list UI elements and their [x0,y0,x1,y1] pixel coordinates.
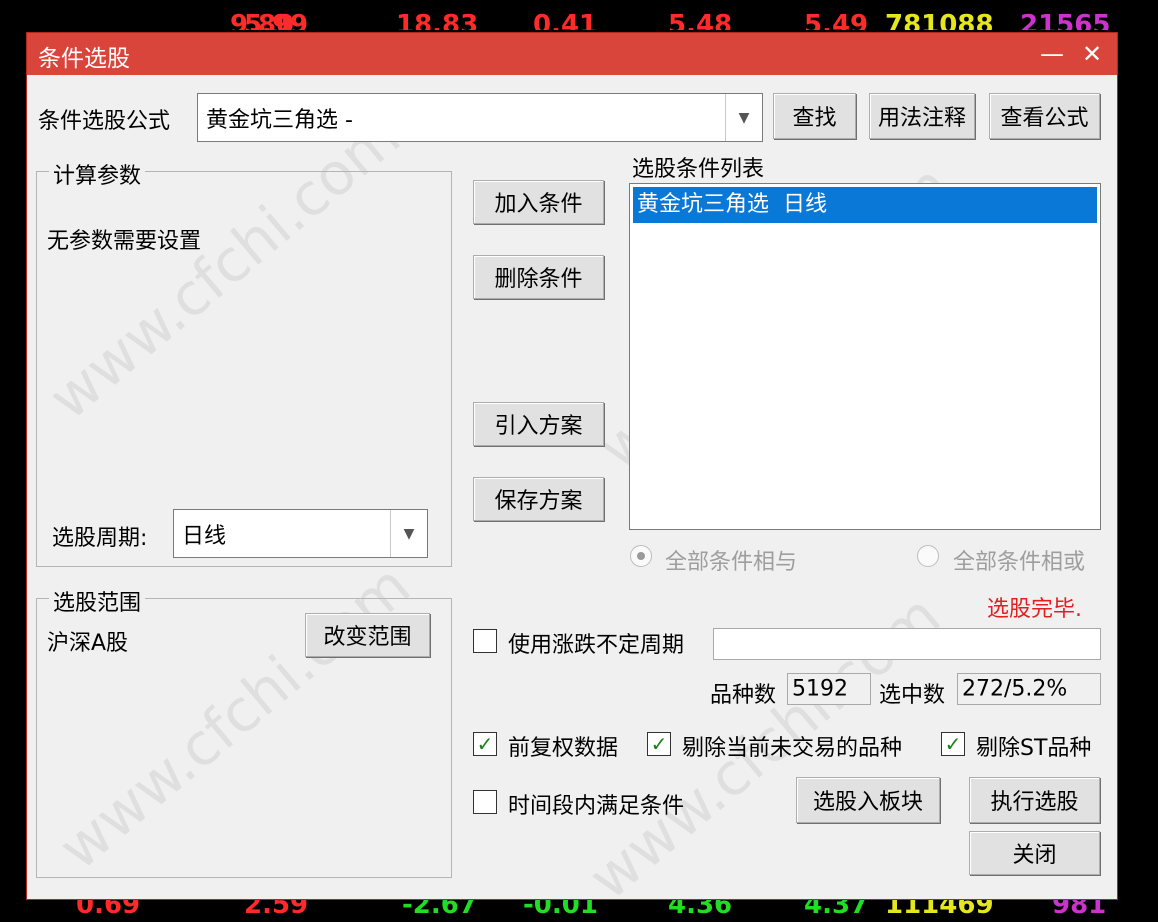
formula-value: 黄金坑三角选 - [206,107,353,133]
pre-adjust-label: 前复权数据 [508,736,619,761]
time-range-label: 时间段内满足条件 [508,794,685,819]
usage-notes-button[interactable]: 用法注释 [869,93,975,139]
radio-or-label: 全部条件相或 [953,550,1086,575]
find-button[interactable]: 查找 [773,93,856,139]
radio-and-label: 全部条件相与 [665,550,798,575]
exclude-st-checkbox[interactable]: ✓ [941,732,965,756]
minimize-button[interactable]: — [1035,37,1069,71]
period-label: 选股周期: [52,526,148,551]
ticker-value: 18.83 [396,10,479,30]
radio-or[interactable] [917,545,939,567]
conditions-list[interactable]: 黄金坑三角选 日线 [629,183,1101,530]
exclude-untraded-label: 剔除当前未交易的品种 [682,736,903,761]
titlebar: 条件选股 — ✕ [27,33,1117,75]
undetermined-period-input[interactable] [713,628,1101,660]
selected-field: 272/5.2% [957,673,1101,705]
conditions-title: 选股条件列表 [632,157,765,182]
period-value: 日线 [182,523,227,549]
count-field: 5192 [787,673,871,705]
formula-label: 条件选股公式 [38,109,171,134]
close-window-button[interactable]: ✕ [1075,37,1109,71]
ticker-value: 5.99 [244,10,309,30]
delete-condition-button[interactable]: 删除条件 [473,255,604,299]
status-text: 选股完毕. [987,597,1082,622]
list-item[interactable]: 黄金坑三角选 日线 [633,187,1097,223]
params-group-title: 计算参数 [49,158,146,190]
exclude-st-label: 剔除ST品种 [976,736,1092,761]
save-plan-button[interactable]: 保存方案 [473,477,604,521]
exclude-untraded-checkbox[interactable]: ✓ [647,732,671,756]
ticker-top: 9.80 5.99 18.83 0.41 5.48 5.49 781088 21… [0,0,1158,30]
view-formula-button[interactable]: 查看公式 [989,93,1100,139]
radio-dot [637,552,645,560]
selected-value: 272/5.2% [962,676,1068,702]
ticker-value: 21565 [1020,10,1111,30]
count-value: 5192 [792,676,848,702]
close-button[interactable]: 关闭 [969,831,1100,875]
period-combo[interactable]: 日线 ▼ [173,509,428,558]
execute-screen-button[interactable]: 执行选股 [969,777,1100,823]
add-condition-button[interactable]: 加入条件 [473,180,604,224]
add-to-block-button[interactable]: 选股入板块 [796,777,940,823]
import-plan-button[interactable]: 引入方案 [473,402,604,446]
pre-adjust-checkbox[interactable]: ✓ [473,732,497,756]
range-value: 沪深A股 [47,631,129,656]
ticker-value: 5.49 [804,10,869,30]
ticker-value: 781088 [885,10,994,30]
window-title: 条件选股 [38,46,130,72]
ticker-value: 5.48 [668,10,733,30]
undetermined-period-label: 使用涨跌不定周期 [508,633,685,658]
range-group-title: 选股范围 [49,585,146,617]
chevron-down-icon[interactable]: ▼ [390,510,427,557]
undetermined-period-checkbox[interactable] [473,629,497,653]
selected-label: 选中数 [879,683,946,708]
time-range-checkbox[interactable] [473,790,497,814]
ticker-value: 0.41 [533,10,598,30]
formula-combo[interactable]: 黄金坑三角选 - ▼ [197,93,763,142]
chevron-down-icon[interactable]: ▼ [725,94,762,141]
radio-and[interactable] [630,545,652,567]
stock-screener-dialog: 条件选股 — ✕ www.cfchi.com www.cfchi.com www… [26,32,1118,913]
count-label: 品种数 [710,683,777,708]
change-range-button[interactable]: 改变范围 [305,613,430,657]
params-message: 无参数需要设置 [47,229,202,254]
